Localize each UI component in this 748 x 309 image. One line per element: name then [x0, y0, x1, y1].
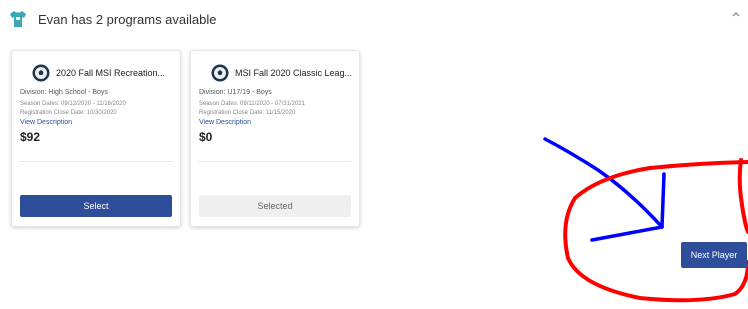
program-selection-page: Evan has 2 programs available 2020 Fall … [0, 0, 748, 309]
next-player-button[interactable]: Next Player [681, 242, 747, 268]
annotation-scribble [543, 137, 748, 303]
